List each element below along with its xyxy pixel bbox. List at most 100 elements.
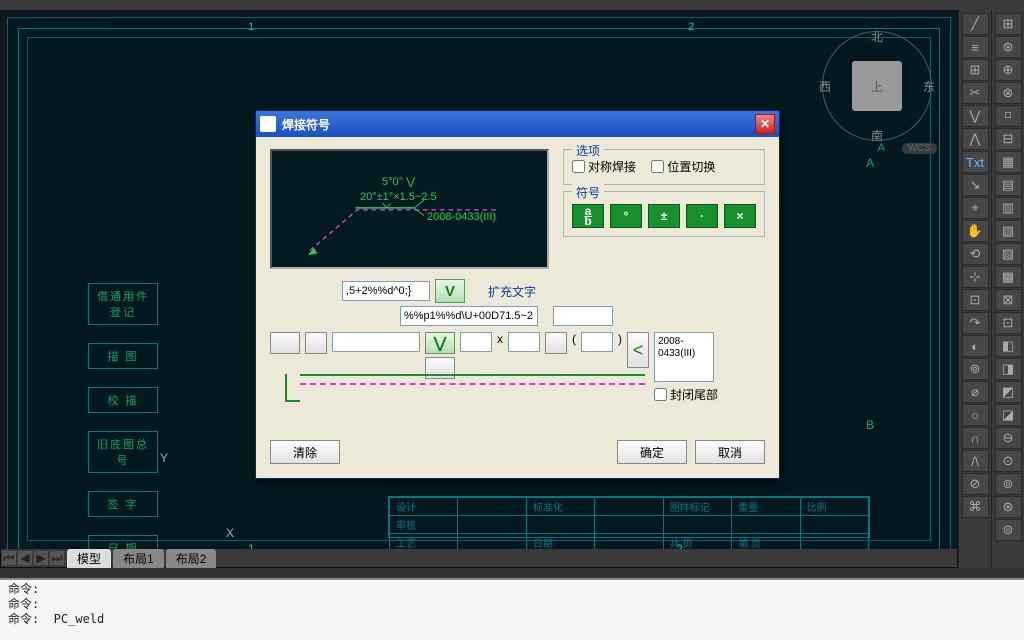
chk-swap-input[interactable]	[651, 160, 664, 173]
layout-tabs[interactable]: ⏮ ◀ ▶ ⏭ 模型 布局1 布局2	[1, 549, 957, 567]
tool-icon[interactable]: ⊛	[995, 496, 1022, 518]
tool-icon[interactable]: ○	[962, 404, 989, 426]
tab-model[interactable]: 模型	[67, 549, 111, 568]
viewcube-top[interactable]: 上	[852, 61, 902, 111]
viewcube[interactable]: 上 北 南 东 西	[817, 26, 937, 146]
tool-icon[interactable]: ⊜	[995, 519, 1022, 541]
side-label: 签 字	[88, 491, 158, 517]
tab-layout2[interactable]: 布局2	[166, 549, 217, 568]
command-line[interactable]: 命令: 命令: 命令: PC_weld	[0, 578, 1024, 640]
dialog-titlebar[interactable]: 焊接符号 ✕	[256, 111, 779, 137]
paren-l: (	[572, 332, 576, 346]
tool-icon[interactable]: ◨	[995, 358, 1022, 380]
tail-arrow-button[interactable]: <	[627, 332, 649, 368]
field-top2[interactable]	[400, 306, 538, 326]
tool-icon[interactable]: ▦	[995, 151, 1022, 173]
toolbar-col-2[interactable]: ⊞ ⊛ ⊕ ⊗ ⌑ ⊟ ▦ ▤ ▥ ▧ ▨ ▩ ⊠ ⊡ ◧ ◨ ◩ ◪ ⊖ ⊙ …	[991, 10, 1024, 568]
tool-icon[interactable]: ⟲	[962, 243, 989, 265]
sym-fraction[interactable]: ab	[572, 204, 604, 228]
sym-dot[interactable]: ·	[686, 204, 718, 228]
weld-shape-below[interactable]	[425, 357, 455, 379]
tool-icon[interactable]: ⊞	[995, 13, 1022, 35]
tool-icon[interactable]: ⊚	[995, 473, 1022, 495]
clear-button[interactable]: 清除	[270, 440, 340, 464]
tool-icon[interactable]: ⋁	[962, 105, 989, 127]
viewcube-e[interactable]: 东	[923, 78, 935, 95]
tool-icon[interactable]: ↷	[962, 312, 989, 334]
sym-degree[interactable]: °	[610, 204, 642, 228]
ok-button[interactable]: 确定	[617, 440, 687, 464]
tool-icon[interactable]: ✂	[962, 82, 989, 104]
chk-symmetric-input[interactable]	[572, 160, 585, 173]
tab-prev-icon[interactable]: ◀	[18, 551, 32, 565]
tool-icon[interactable]: ◪	[995, 404, 1022, 426]
tool-icon[interactable]: ▥	[995, 197, 1022, 219]
close-icon[interactable]: ✕	[755, 114, 775, 134]
sym-times[interactable]: ×	[724, 204, 756, 228]
tool-icon[interactable]: ◩	[995, 381, 1022, 403]
tool-icon[interactable]: ◐	[962, 335, 989, 357]
tool-icon[interactable]: ⌑	[995, 105, 1022, 127]
tool-icon[interactable]: Txt	[962, 151, 989, 173]
tool-icon[interactable]: ⊚	[962, 358, 989, 380]
chk-close-tail[interactable]: 封闭尾部	[654, 386, 718, 403]
tool-icon[interactable]: ⊖	[995, 427, 1022, 449]
tool-icon[interactable]: ⊟	[995, 128, 1022, 150]
tool-icon[interactable]: ◧	[995, 335, 1022, 357]
chk-close-tail-input[interactable]	[654, 388, 667, 401]
tool-icon[interactable]: ⌀	[962, 381, 989, 403]
field-n2[interactable]	[508, 332, 540, 352]
sym-plusminus[interactable]: ±	[648, 204, 680, 228]
field-n3[interactable]	[581, 332, 613, 352]
menu-bar[interactable]	[0, 0, 1024, 10]
tool-icon[interactable]: ⊗	[995, 82, 1022, 104]
tool-icon[interactable]: ⊠	[995, 289, 1022, 311]
mid-box[interactable]	[545, 332, 567, 354]
chk-symmetric[interactable]: 对称焊接	[572, 158, 636, 175]
tool-icon[interactable]: ⊡	[962, 289, 989, 311]
symbols-group: 符号 ab ° ± · ×	[563, 191, 765, 237]
tool-icon[interactable]: ≡	[962, 36, 989, 58]
left-small-box[interactable]	[305, 332, 327, 354]
wcs-badge[interactable]: WCS	[902, 143, 937, 154]
field-top1[interactable]	[342, 281, 430, 301]
cancel-button[interactable]: 取消	[695, 440, 765, 464]
chk-swap[interactable]: 位置切换	[651, 158, 715, 175]
weld-shape-top-button[interactable]: V	[435, 279, 465, 303]
cmd-prompt: 命令:	[8, 597, 1016, 612]
tool-icon[interactable]: ⊡	[995, 312, 1022, 334]
tab-last-icon[interactable]: ⏭	[50, 551, 64, 565]
tool-icon[interactable]: ⌘	[962, 496, 989, 518]
side-label: 旧底图总号	[88, 431, 158, 473]
tool-icon[interactable]: ⊕	[995, 59, 1022, 81]
tool-icon[interactable]: ⊛	[995, 36, 1022, 58]
viewcube-n[interactable]: 北	[817, 28, 937, 45]
field-mid1[interactable]	[332, 332, 420, 352]
tool-icon[interactable]: ⊞	[962, 59, 989, 81]
tool-icon[interactable]: ╱	[962, 13, 989, 35]
tab-layout1[interactable]: 布局1	[113, 549, 164, 568]
viewcube-w[interactable]: 西	[819, 78, 831, 95]
tool-icon[interactable]: ▩	[995, 266, 1022, 288]
tool-icon[interactable]: ⌖	[962, 197, 989, 219]
tool-icon[interactable]: ⊙	[995, 450, 1022, 472]
field-n1[interactable]	[460, 332, 492, 352]
tool-icon[interactable]: ✋	[962, 220, 989, 242]
ext-text-input[interactable]	[553, 306, 613, 326]
tool-icon[interactable]: ⋀	[962, 128, 989, 150]
left-box-top[interactable]	[270, 332, 300, 354]
tool-icon[interactable]: ⊹	[962, 266, 989, 288]
tab-first-icon[interactable]: ⏮	[2, 551, 16, 565]
cmd-input[interactable]: 命令: PC_weld	[8, 612, 1016, 627]
tool-icon[interactable]: ▧	[995, 220, 1022, 242]
tab-next-icon[interactable]: ▶	[34, 551, 48, 565]
tool-icon[interactable]: ▤	[995, 174, 1022, 196]
tool-icon[interactable]: ▨	[995, 243, 1022, 265]
tool-icon[interactable]: ∩	[962, 427, 989, 449]
toolbar-col-1[interactable]: ╱ ≡ ⊞ ✂ ⋁ ⋀ Txt ↘ ⌖ ✋ ⟲ ⊹ ⊡ ↷ ◐ ⊚ ⌀ ○ ∩ …	[958, 10, 991, 568]
tool-icon[interactable]: ⊘	[962, 473, 989, 495]
tool-icon[interactable]: ↘	[962, 174, 989, 196]
tool-icon[interactable]: /\	[962, 450, 989, 472]
tail-text[interactable]: 2008-0433(III)	[654, 332, 714, 382]
weld-shape-mid-button[interactable]: ⋁	[425, 332, 455, 354]
